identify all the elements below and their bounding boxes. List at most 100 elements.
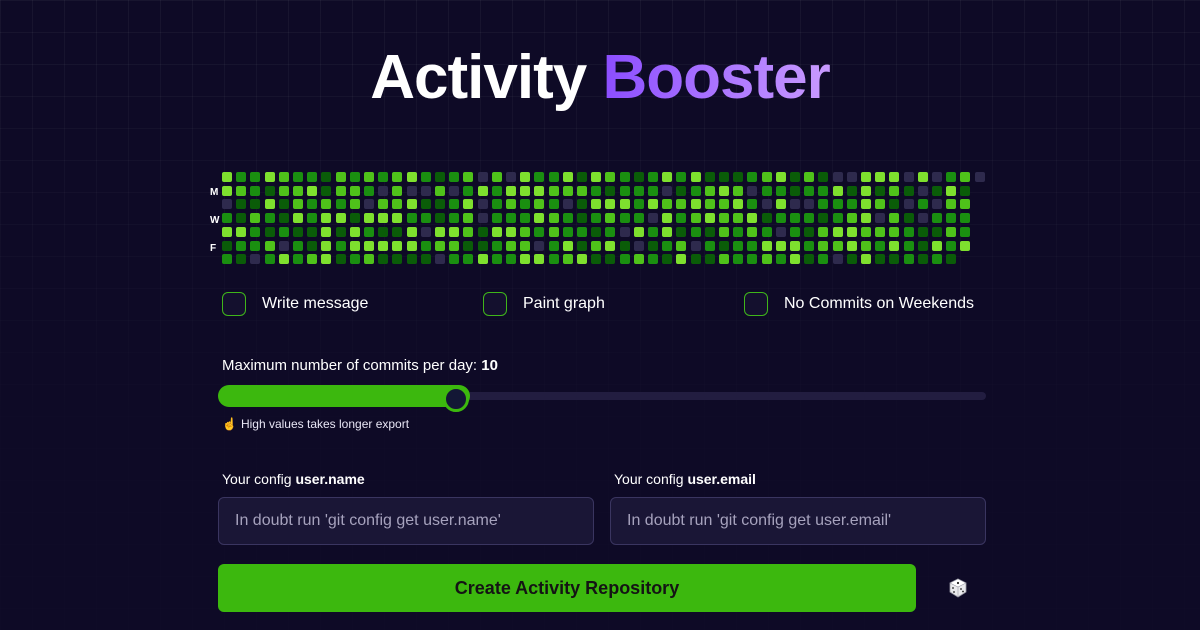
heatmap-cell[interactable] [506, 172, 516, 182]
heatmap-cell[interactable] [236, 213, 247, 224]
heatmap-cell[interactable] [577, 254, 587, 265]
heatmap-cell[interactable] [364, 254, 374, 265]
heatmap-cell[interactable] [704, 213, 715, 224]
heatmap-cell[interactable] [960, 199, 971, 210]
heatmap-cell[interactable] [548, 254, 559, 265]
heatmap-cell[interactable] [960, 185, 971, 196]
heatmap-cell[interactable] [960, 240, 971, 251]
heatmap-cell[interactable] [562, 226, 573, 237]
heatmap-cell[interactable] [832, 254, 843, 265]
heatmap-cell[interactable] [690, 240, 701, 251]
heatmap-cell[interactable] [889, 213, 900, 224]
heatmap-cell[interactable] [463, 240, 474, 251]
heatmap-cell[interactable] [889, 172, 900, 182]
heatmap-cell[interactable] [804, 226, 815, 237]
heatmap-cell[interactable] [932, 254, 942, 265]
heatmap-cell[interactable] [449, 226, 460, 237]
heatmap-cell[interactable] [932, 172, 942, 182]
heatmap-cell[interactable] [378, 240, 389, 251]
heatmap-cell[interactable] [491, 213, 502, 224]
heatmap-cell[interactable] [790, 185, 800, 196]
heatmap-cell[interactable] [648, 254, 658, 265]
heatmap-cell[interactable] [761, 213, 772, 224]
heatmap-cell[interactable] [832, 226, 843, 237]
heatmap-cell[interactable] [591, 254, 602, 265]
heatmap-cell[interactable] [520, 226, 531, 237]
heatmap-cell[interactable] [548, 185, 559, 196]
heatmap-cell[interactable] [534, 240, 545, 251]
heatmap-cell[interactable] [662, 213, 673, 224]
heatmap-cell[interactable] [520, 240, 531, 251]
heatmap-cell[interactable] [577, 226, 587, 237]
heatmap-cell[interactable] [392, 254, 403, 265]
heatmap-cell[interactable] [946, 199, 957, 210]
heatmap-cell[interactable] [761, 254, 772, 265]
heatmap-cell[interactable] [662, 185, 673, 196]
heatmap-cell[interactable] [420, 254, 431, 265]
heatmap-cell[interactable] [321, 240, 332, 251]
heatmap-cell[interactable] [506, 240, 516, 251]
heatmap-cell[interactable] [761, 226, 772, 237]
heatmap-cell[interactable] [562, 254, 573, 265]
heatmap-cell[interactable] [804, 254, 815, 265]
heatmap-cell[interactable] [420, 172, 431, 182]
heatmap-cell[interactable] [463, 172, 474, 182]
heatmap-cell[interactable] [903, 240, 914, 251]
heatmap-cell[interactable] [520, 213, 531, 224]
heatmap-cell[interactable] [307, 240, 318, 251]
heatmap-cell[interactable] [491, 172, 502, 182]
heatmap-cell[interactable] [392, 172, 403, 182]
heatmap-cell[interactable] [491, 254, 502, 265]
heatmap-cell[interactable] [591, 213, 602, 224]
heatmap-cell[interactable] [534, 199, 545, 210]
heatmap-cell[interactable] [577, 185, 587, 196]
heatmap-cell[interactable] [577, 199, 587, 210]
heatmap-cell[interactable] [250, 213, 261, 224]
heatmap-cell[interactable] [605, 226, 616, 237]
slider-thumb[interactable] [443, 386, 469, 412]
heatmap-cell[interactable] [364, 185, 374, 196]
heatmap-cell[interactable] [335, 213, 346, 224]
heatmap-cell[interactable] [264, 185, 275, 196]
option-write-message[interactable]: Write message [222, 292, 368, 316]
heatmap-cell[interactable] [250, 199, 261, 210]
heatmap-cell[interactable] [662, 172, 673, 182]
heatmap-cell[interactable] [775, 199, 786, 210]
heatmap-cell[interactable] [591, 226, 602, 237]
heatmap-cell[interactable] [534, 185, 545, 196]
heatmap-cell[interactable] [903, 213, 914, 224]
heatmap-cell[interactable] [861, 213, 871, 224]
heatmap-cell[interactable] [378, 185, 389, 196]
heatmap-cell[interactable] [463, 213, 474, 224]
heatmap-cell[interactable] [648, 226, 658, 237]
heatmap-cell[interactable] [335, 254, 346, 265]
heatmap-cell[interactable] [321, 172, 332, 182]
heatmap-cell[interactable] [846, 199, 857, 210]
heatmap-cell[interactable] [790, 199, 800, 210]
heatmap-cell[interactable] [719, 240, 729, 251]
heatmap-cell[interactable] [605, 254, 616, 265]
heatmap-cell[interactable] [435, 199, 445, 210]
heatmap-cell[interactable] [804, 240, 815, 251]
heatmap-cell[interactable] [278, 172, 289, 182]
heatmap-cell[interactable] [321, 185, 332, 196]
heatmap-cell[interactable] [917, 172, 928, 182]
heatmap-cell[interactable] [477, 213, 488, 224]
heatmap-cell[interactable] [690, 213, 701, 224]
heatmap-cell[interactable] [378, 226, 389, 237]
heatmap-cell[interactable] [832, 172, 843, 182]
heatmap-cell[interactable] [236, 185, 247, 196]
heatmap-cell[interactable] [449, 185, 460, 196]
heatmap-cell[interactable] [633, 172, 644, 182]
heatmap-cell[interactable] [704, 254, 715, 265]
heatmap-cell[interactable] [406, 213, 417, 224]
heatmap-cell[interactable] [506, 185, 516, 196]
heatmap-cell[interactable] [463, 199, 474, 210]
heatmap-cell[interactable] [733, 226, 744, 237]
heatmap-cell[interactable] [449, 199, 460, 210]
heatmap-cell[interactable] [775, 226, 786, 237]
heatmap-cell[interactable] [633, 240, 644, 251]
heatmap-cell[interactable] [818, 185, 829, 196]
heatmap-cell[interactable] [633, 199, 644, 210]
heatmap-cell[interactable] [648, 185, 658, 196]
